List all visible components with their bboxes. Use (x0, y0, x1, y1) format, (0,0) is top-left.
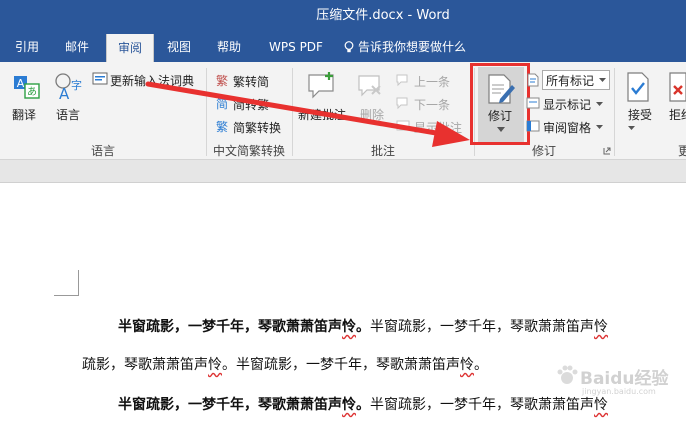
body-text: 疏影，琴歌萧萧笛声 (82, 357, 208, 373)
bold-text: 半窗疏影，一梦千年，琴歌萧萧笛声 (118, 319, 342, 335)
spelling-flag: 怜 (342, 319, 356, 335)
baidu-paw-icon (557, 365, 578, 384)
document-line-3: 半窗疏影，一梦千年，琴歌萧萧笛声怜。半窗疏影，一梦千年，琴歌萧萧笛声怜 (118, 394, 608, 414)
body-text: 。半窗疏影，一梦千年，琴歌萧萧笛声 (222, 357, 460, 373)
document-line-2: 疏影，琴歌萧萧笛声怜。半窗疏影，一梦千年，琴歌萧萧笛声怜。 (82, 354, 488, 374)
body-text: 。 (474, 357, 488, 373)
document-line-1: 半窗疏影，一梦千年，琴歌萧萧笛声怜。半窗疏影，一梦千年，琴歌萧萧笛声怜 (118, 316, 608, 336)
watermark-text: Baidu经验 (580, 369, 669, 389)
bold-text: 。 (356, 397, 370, 413)
watermark-subtext: jingyan.baidu.com (582, 387, 656, 396)
bold-text: 半窗疏影，一梦千年，琴歌萧萧笛声 (118, 397, 342, 413)
margin-corner-mark (54, 270, 79, 296)
body-text: 半窗疏影，一梦千年，琴歌萧萧笛声 (370, 319, 594, 335)
bold-text: 。 (356, 319, 370, 335)
ruler-gap (0, 160, 686, 183)
baidu-watermark: Baidu经验 jingyan.baidu.com (556, 362, 684, 402)
spelling-flag: 怜 (594, 319, 608, 335)
spelling-flag: 怜 (342, 397, 356, 413)
spelling-flag: 怜 (208, 357, 222, 373)
spelling-flag: 怜 (460, 357, 474, 373)
